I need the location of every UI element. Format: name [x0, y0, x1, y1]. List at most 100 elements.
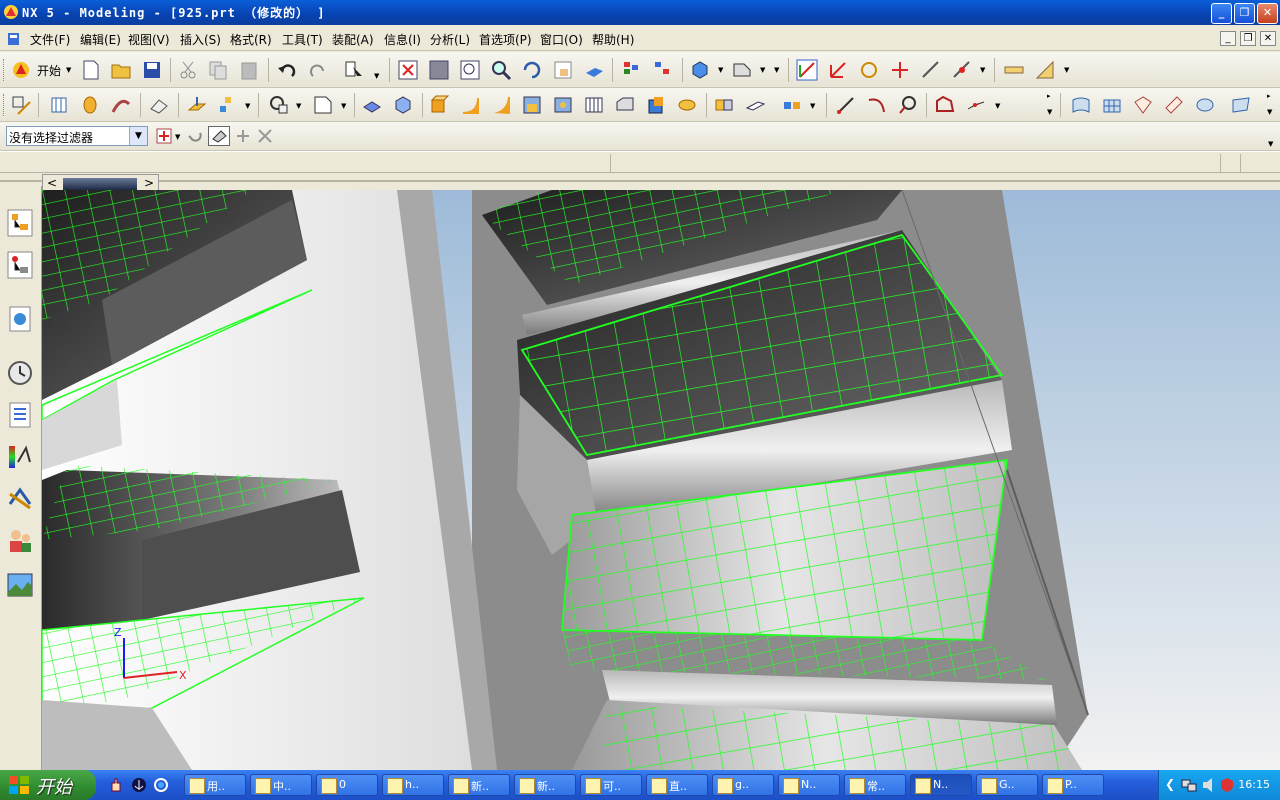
visualization-icon[interactable] — [6, 442, 34, 472]
wcs-rotate-icon[interactable] — [858, 59, 880, 81]
taskbar-item[interactable]: 0 — [316, 774, 378, 796]
mdi-close-button[interactable]: ✕ — [1260, 31, 1276, 46]
menu-format[interactable]: 格式(R) — [230, 31, 272, 48]
menu-window[interactable]: 窗口(O) — [540, 31, 583, 48]
menu-tools[interactable]: 工具(T) — [282, 31, 323, 48]
subtract-icon[interactable] — [392, 94, 414, 116]
sew-icon[interactable] — [713, 94, 735, 116]
start-button[interactable]: 开始 — [37, 62, 61, 79]
layer-settings-icon[interactable] — [651, 59, 673, 81]
through-curves-icon[interactable] — [1070, 94, 1092, 116]
open-folder-icon[interactable] — [110, 59, 132, 81]
scroll-left-icon[interactable]: < — [47, 176, 57, 190]
chamfer-icon[interactable] — [490, 94, 512, 116]
taskbar-item[interactable]: N.. — [778, 774, 840, 796]
measure-distance-icon[interactable] — [1003, 59, 1025, 81]
roles-icon[interactable] — [6, 526, 34, 556]
chevron-down-icon[interactable]: ▼ — [129, 127, 147, 145]
cut-icon[interactable] — [177, 59, 199, 81]
extrude-icon[interactable] — [48, 94, 70, 116]
fit-view-icon[interactable] — [397, 59, 419, 81]
layer-icon[interactable] — [620, 59, 642, 81]
volume-icon[interactable] — [1201, 777, 1217, 793]
select-info-icon[interactable] — [343, 59, 365, 81]
menu-analysis[interactable]: 分析(L) — [430, 31, 470, 48]
sketch-icon[interactable] — [10, 94, 32, 116]
tray-expand-icon[interactable]: ❮ — [1165, 777, 1175, 791]
save-icon[interactable] — [141, 59, 163, 81]
line-icon[interactable] — [835, 94, 857, 116]
system-scenes-icon[interactable] — [6, 570, 34, 600]
through-curve-mesh-icon[interactable] — [1101, 94, 1123, 116]
select-face-toggle[interactable] — [208, 126, 230, 146]
taskbar-item[interactable]: 新.. — [448, 774, 510, 796]
zoom-icon[interactable] — [490, 59, 512, 81]
assembly-navigator-icon[interactable] — [6, 208, 34, 238]
graphics-viewport[interactable]: Z X — [42, 190, 1280, 770]
shell-icon[interactable] — [583, 94, 605, 116]
tube-icon[interactable] — [148, 94, 170, 116]
datum-plane-icon[interactable] — [186, 94, 208, 116]
mdi-restore-button[interactable]: ❐ — [1240, 31, 1256, 46]
measure-angle-icon[interactable] — [1034, 59, 1056, 81]
wcs-dynamic-icon[interactable] — [827, 59, 849, 81]
offset-face-icon[interactable] — [645, 94, 667, 116]
quicklaunch-anchor-icon[interactable] — [131, 777, 147, 793]
n-sided-surface-icon[interactable] — [1194, 94, 1216, 116]
new-file-icon[interactable] — [80, 59, 102, 81]
menu-preferences[interactable]: 首选项(P) — [479, 31, 532, 48]
pan-icon[interactable] — [552, 59, 574, 81]
sketch-curve-icon[interactable] — [312, 94, 334, 116]
render-style-icon[interactable] — [689, 59, 711, 81]
surface-more-icon[interactable] — [1230, 94, 1252, 116]
menu-help[interactable]: 帮助(H) — [592, 31, 634, 48]
shield-icon[interactable] — [1219, 777, 1235, 793]
taskbar-item[interactable]: 中.. — [250, 774, 312, 796]
point-icon[interactable] — [268, 94, 290, 116]
spline-icon[interactable] — [965, 94, 987, 116]
menu-information[interactable]: 信息(I) — [384, 31, 421, 48]
datum-csys-icon[interactable] — [217, 94, 239, 116]
rotate-icon[interactable] — [521, 59, 543, 81]
hole-icon[interactable] — [552, 94, 574, 116]
quicklaunch-hand-icon[interactable] — [108, 777, 124, 793]
menu-insert[interactable]: 插入(S) — [180, 31, 221, 48]
quicklaunch-ie-icon[interactable] — [153, 777, 169, 793]
arc-icon[interactable] — [866, 94, 888, 116]
redo-icon[interactable] — [307, 59, 329, 81]
snap-point-icon[interactable] — [155, 127, 173, 145]
wcs-set-icon[interactable] — [920, 59, 942, 81]
view-edge-icon[interactable] — [731, 59, 753, 81]
menu-file[interactable]: 文件(F) — [30, 31, 70, 48]
view-orient-icon[interactable] — [583, 59, 605, 81]
taskbar-item[interactable]: P.. — [1042, 774, 1104, 796]
menu-edit[interactable]: 编辑(E) — [80, 31, 121, 48]
paste-icon[interactable] — [238, 59, 260, 81]
zoom-box-icon[interactable] — [459, 59, 481, 81]
model-canvas[interactable]: Z X — [42, 190, 1280, 770]
menu-assembly[interactable]: 装配(A) — [332, 31, 374, 48]
zoom-window-icon[interactable] — [428, 59, 450, 81]
edge-blend-icon[interactable] — [459, 94, 481, 116]
block-icon[interactable] — [428, 94, 450, 116]
pattern-icon[interactable] — [781, 94, 803, 116]
taskbar-item-active[interactable]: N.. — [910, 774, 972, 796]
scroll-right-icon[interactable]: > — [144, 176, 154, 190]
reuse-library-icon[interactable] — [6, 400, 34, 430]
wcs-display-icon[interactable] — [951, 59, 973, 81]
history-icon[interactable] — [6, 358, 34, 388]
wcs-orient-icon[interactable] — [889, 59, 911, 81]
quick-pick-icon[interactable] — [256, 127, 274, 145]
maximize-button[interactable]: ❐ — [1234, 3, 1255, 24]
sweep-icon[interactable] — [110, 94, 132, 116]
swept-surface-icon[interactable] — [1132, 94, 1154, 116]
taskbar-item[interactable]: 可.. — [580, 774, 642, 796]
circle-icon[interactable] — [897, 94, 919, 116]
draft-icon[interactable] — [614, 94, 636, 116]
back-arrow-icon[interactable] — [186, 127, 204, 145]
taskbar-item[interactable]: G.. — [976, 774, 1038, 796]
taskbar-item[interactable]: h.. — [382, 774, 444, 796]
mdi-minimize-button[interactable]: _ — [1220, 31, 1236, 46]
face-blend-icon[interactable] — [521, 94, 543, 116]
copy-icon[interactable] — [207, 59, 229, 81]
